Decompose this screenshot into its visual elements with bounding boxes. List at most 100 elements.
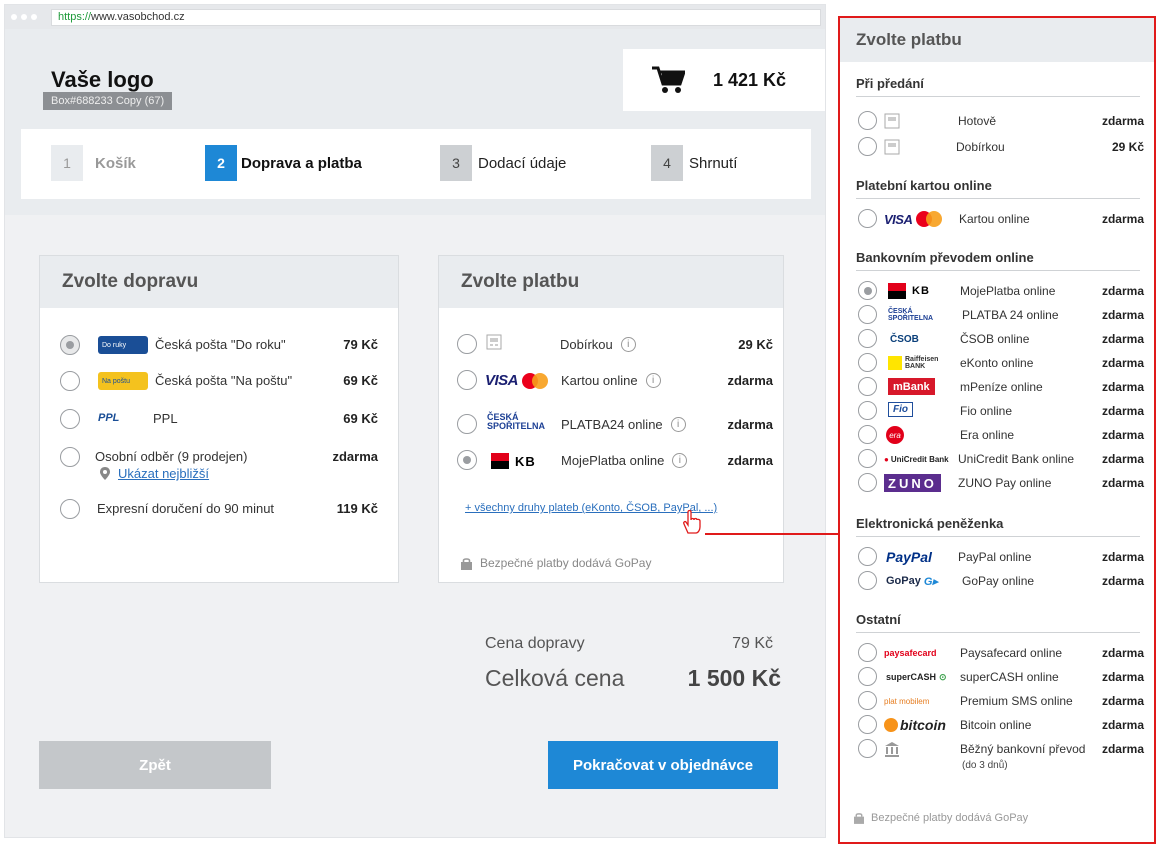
- payment-row-card[interactable]: VISA Kartou online zdarma: [858, 208, 1144, 230]
- payment-radio[interactable]: [858, 715, 877, 734]
- payment-row-era[interactable]: era Era online zdarma: [858, 424, 1144, 446]
- shop-logo[interactable]: Vaše logo: [51, 67, 154, 93]
- secure-payments-note: Bezpečné platby dodává GoPay: [854, 812, 1028, 824]
- payment-row-supercash[interactable]: superCASH ⊙ superCASH online zdarma: [858, 666, 1144, 688]
- shipping-option[interactable]: Expresní doručení do 90 minut 119 Kč: [40, 498, 398, 520]
- info-icon[interactable]: i: [645, 373, 661, 388]
- step-label: Košík: [95, 154, 136, 172]
- payment-radio[interactable]: [858, 111, 877, 130]
- supercash-icon: superCASH ⊙: [886, 671, 947, 683]
- payment-option[interactable]: KB MojePlatba online i zdarma: [439, 450, 783, 472]
- payment-radio[interactable]: [858, 473, 877, 492]
- plat-mobilem-logo-text: plat mobilem: [884, 696, 930, 706]
- payment-option[interactable]: VISA Kartou online i zdarma: [439, 370, 783, 392]
- payment-row-fio[interactable]: Fio Fio online zdarma: [858, 400, 1144, 422]
- shipping-radio[interactable]: [60, 335, 80, 355]
- step-summary[interactable]: 4 Shrnutí: [651, 145, 737, 181]
- payment-row-paypal[interactable]: PayPal PayPal online zdarma: [858, 546, 1144, 568]
- payment-row-unicredit[interactable]: ● UniCredit Bank UniCredit Bank online zd…: [858, 448, 1144, 470]
- step-shipping-payment[interactable]: 2 Doprava a platba: [205, 145, 362, 181]
- shipping-price: 69 Kč: [343, 373, 378, 388]
- cart-icon: [652, 66, 685, 93]
- paysafecard-icon: paysafecard: [884, 644, 937, 662]
- shipping-cost-value: 79 Kč: [732, 635, 773, 652]
- step-delivery-details[interactable]: 3 Dodací údaje: [440, 145, 566, 181]
- payment-radio[interactable]: [858, 425, 877, 444]
- ceska-sporitelna-icon: ČESKÁ SPOŘITELNA: [888, 306, 940, 324]
- payment-option[interactable]: Dobírkou i 29 Kč: [439, 334, 783, 356]
- payment-radio[interactable]: [858, 643, 877, 662]
- payment-radio[interactable]: [858, 667, 877, 686]
- section-other: Ostatní: [856, 612, 1140, 633]
- total-price-value: 1 500 Kč: [687, 665, 781, 691]
- payment-row-zuno[interactable]: ZUNO ZUNO Pay online zdarma: [858, 472, 1144, 494]
- payment-radio[interactable]: [858, 353, 877, 372]
- map-pin-icon: [100, 467, 110, 480]
- ceska-sporitelna-icon: ČESKÁ SPOŘITELNA: [487, 413, 545, 431]
- show-nearest-link[interactable]: Ukázat nejbližší: [118, 466, 209, 481]
- step-number: 2: [205, 145, 237, 181]
- payment-row-bank-transfer[interactable]: Běžný bankovní převod (do 3 dnů) zdarma: [858, 738, 1144, 771]
- payment-radio[interactable]: [858, 571, 877, 590]
- payment-name: Kartou online: [959, 212, 1030, 226]
- payment-row-cs[interactable]: ČESKÁ SPOŘITELNA PLATBA 24 online zdarma: [858, 304, 1144, 326]
- payment-row-paysafecard[interactable]: paysafecard Paysafecard online zdarma: [858, 642, 1144, 664]
- info-icon[interactable]: i: [670, 417, 686, 432]
- payment-radio[interactable]: [858, 449, 877, 468]
- payment-radio[interactable]: [858, 329, 877, 348]
- shipping-option[interactable]: PPL PPL 69 Kč: [40, 408, 398, 430]
- payment-name: Běžný bankovní převod: [960, 742, 1086, 756]
- payment-radio[interactable]: [858, 209, 877, 228]
- address-bar[interactable]: https://www.vasobchod.cz: [51, 8, 821, 26]
- shipping-option[interactable]: Do ruky Česká pošta "Do roku" 79 Kč: [40, 334, 398, 356]
- shipping-radio[interactable]: [60, 447, 80, 467]
- paysafecard-logo-text: paysafecard: [884, 648, 937, 658]
- payment-radio[interactable]: [858, 547, 877, 566]
- secure-text: Bezpečné platby dodává GoPay: [871, 812, 1029, 824]
- payment-radio[interactable]: [858, 377, 877, 396]
- all-payment-methods-link[interactable]: + všechny druhy plateb (eKonto, ČSOB, Pa…: [465, 502, 717, 514]
- payment-radio[interactable]: [858, 137, 877, 156]
- info-icon[interactable]: i: [672, 453, 688, 468]
- payment-price: zdarma: [1101, 476, 1144, 490]
- payment-name: GoPay online: [962, 574, 1035, 588]
- payment-row-premium-sms[interactable]: plat mobilem Premium SMS online zdarma: [858, 690, 1144, 712]
- payment-price: zdarma: [1101, 742, 1144, 756]
- shipping-cost-label: Cena dopravy: [485, 635, 585, 652]
- payment-option[interactable]: ČESKÁ SPOŘITELNA PLATBA24 online i zdarma: [439, 411, 783, 437]
- shipping-option[interactable]: Na poštu Česká pošta "Na poštu" 69 Kč: [40, 370, 398, 392]
- shipping-radio[interactable]: [60, 371, 80, 391]
- payment-radio[interactable]: [858, 739, 877, 758]
- payment-radio[interactable]: [858, 281, 877, 300]
- era-logo-text: era: [889, 430, 901, 440]
- payment-row-gopay[interactable]: GoPay G▸ GoPay online zdarma: [858, 570, 1144, 592]
- payment-radio[interactable]: [457, 450, 477, 470]
- payment-row-cash[interactable]: Hotově zdarma: [858, 110, 1144, 132]
- step-cart[interactable]: 1 Košík: [51, 145, 136, 181]
- payment-row-mbank[interactable]: mBank mPeníze online zdarma: [858, 376, 1144, 398]
- payment-row-bitcoin[interactable]: bitcoin Bitcoin online zdarma: [858, 714, 1144, 736]
- payment-radio[interactable]: [457, 334, 477, 354]
- cart-summary[interactable]: 1 421 Kč: [623, 49, 825, 111]
- payment-price: zdarma: [1101, 670, 1144, 684]
- payment-row-kb[interactable]: KB MojePlatba online zdarma: [858, 280, 1144, 302]
- continue-button[interactable]: Pokračovat v objednávce: [548, 741, 778, 789]
- shipping-price: 79 Kč: [343, 337, 378, 352]
- shipping-option[interactable]: Osobní odběr (9 prodejen) zdarma Ukázat …: [40, 446, 398, 486]
- shipping-radio[interactable]: [60, 499, 80, 519]
- info-icon[interactable]: i: [620, 337, 636, 352]
- shipping-label: Česká pošta "Na poštu": [155, 373, 293, 388]
- payment-row-cod[interactable]: Dobírkou 29 Kč: [858, 136, 1144, 158]
- payment-radio[interactable]: [858, 401, 877, 420]
- back-button[interactable]: Zpět: [39, 741, 271, 789]
- payment-radio[interactable]: [457, 370, 477, 390]
- shipping-radio[interactable]: [60, 409, 80, 429]
- payment-radio[interactable]: [858, 691, 877, 710]
- shipping-label: Expresní doručení do 90 minut: [97, 501, 275, 516]
- payment-radio[interactable]: [858, 305, 877, 324]
- shipping-label: Osobní odběr (9 prodejen): [95, 449, 248, 464]
- payment-row-raiffeisen[interactable]: Raiffeisen BANK eKonto online zdarma: [858, 352, 1144, 374]
- payment-row-csob[interactable]: ČSOB ČSOB online zdarma: [858, 328, 1144, 350]
- payment-radio[interactable]: [457, 414, 477, 434]
- window-dot-icon: [21, 14, 27, 20]
